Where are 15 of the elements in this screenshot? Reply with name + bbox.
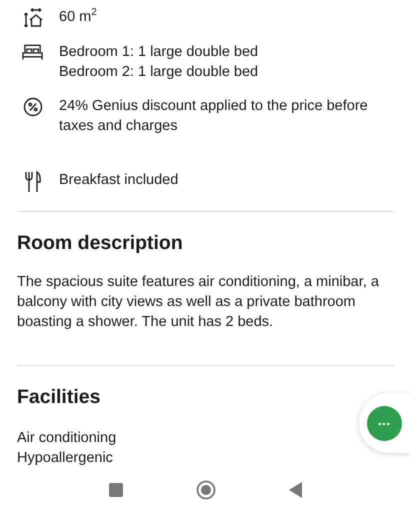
facility-text: Air conditioning (17, 429, 118, 448)
cutlery-icon (24, 171, 42, 193)
room-description-text: The spacious suite features air conditioning, a minibar, a balcony with city views as well as a private bathroom boasting a shower. The unit has 2 beds. (16, 273, 380, 332)
feature-text: Bedroom 2: 1 large double bed (59, 63, 260, 82)
section-heading: Room description (16, 231, 184, 255)
facility-text: Hypoallergenic (17, 449, 114, 468)
bed-icon (22, 43, 43, 61)
feature-text: 60 m$^{2}$ (59, 7, 98, 27)
home-icon[interactable] (196, 480, 216, 500)
feature-text: Bedroom 1: 1 large double bed (59, 43, 260, 62)
percent-icon (22, 97, 42, 117)
feature-text: 24% Genius discount applied to the price before taxes and charges (59, 97, 369, 136)
room-size-icon (22, 8, 42, 28)
section-heading: Facilities (16, 385, 102, 409)
feature-text: Breakfast included (59, 171, 180, 190)
